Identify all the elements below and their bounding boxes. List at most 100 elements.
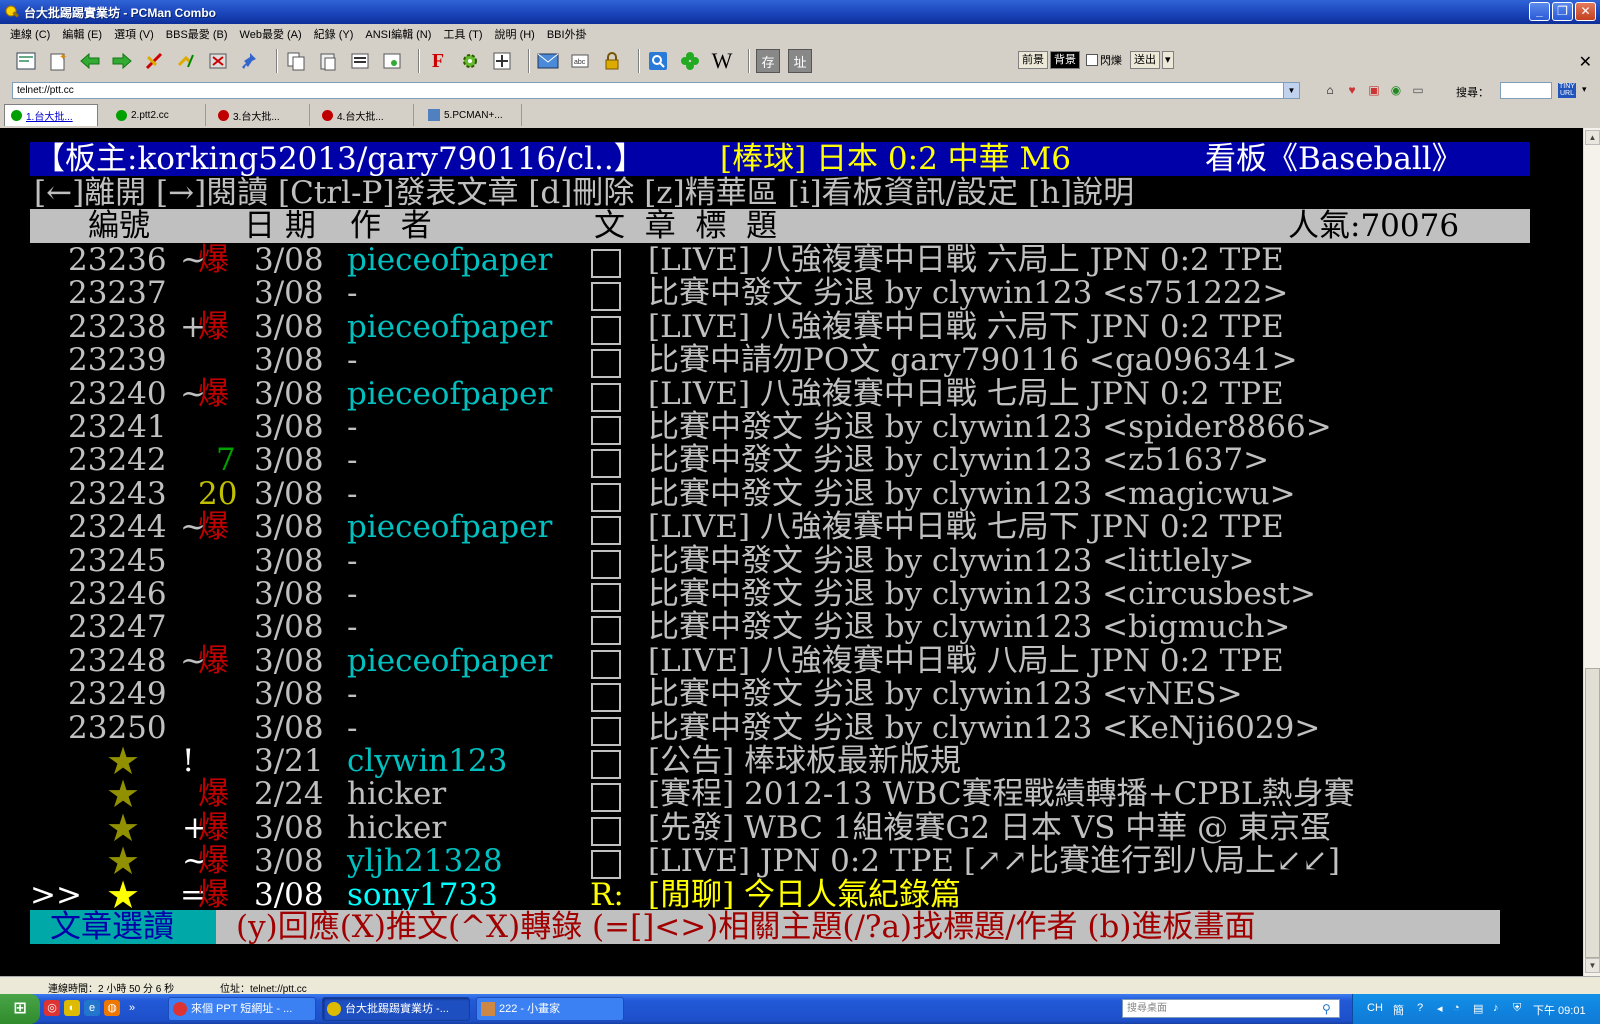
- clover-icon[interactable]: [678, 49, 702, 73]
- post-row[interactable]: 23236 ~ 爆 3/08 pieceofpaper [LIVE] 八強複賽中日戰 六局…: [0, 243, 1583, 278]
- maximize-button[interactable]: ❐: [1552, 2, 1573, 21]
- tinyurl-icon[interactable]: TINY URL: [1558, 83, 1576, 98]
- post-row[interactable]: 23241 3/08- 比賽中發文 劣退 by clywin123 <spider8…: [0, 410, 1583, 445]
- task-pcman[interactable]: 台大批踢踢實業坊 -...: [322, 997, 470, 1021]
- tab-5[interactable]: 5.PCMAN+...: [422, 104, 522, 126]
- menu-bbs-favorites[interactable]: BBS最愛 (B): [160, 26, 234, 42]
- resize-icon[interactable]: [490, 49, 514, 73]
- pinned-post-row[interactable]: ★! 3/21 clywin123 [公告] 棒球板最新版規: [0, 742, 1583, 780]
- post-row[interactable]: 23240 ~ 爆 3/08 pieceofpaper [LIVE] 八強複賽中日戰 七局…: [0, 377, 1583, 412]
- network-icon[interactable]: ▤: [1473, 1002, 1483, 1015]
- keymap-icon[interactable]: abc: [568, 49, 592, 73]
- background-color-button[interactable]: 背景: [1050, 51, 1080, 69]
- tab-2[interactable]: 2.ptt2.cc: [110, 104, 206, 126]
- font-icon[interactable]: F: [426, 49, 450, 73]
- volume-icon[interactable]: ♪: [1493, 1002, 1499, 1014]
- tab-1[interactable]: 1.台大批...: [4, 104, 98, 126]
- copy-ansi-icon[interactable]: [348, 49, 372, 73]
- scroll-down-icon[interactable]: ▼: [1585, 958, 1600, 973]
- add-favorite-icon[interactable]: ♥: [1344, 82, 1360, 98]
- home-icon[interactable]: ⌂: [1322, 82, 1338, 98]
- forward-icon[interactable]: [110, 49, 134, 73]
- save-icon[interactable]: 存: [756, 49, 780, 73]
- more-icon[interactable]: »: [124, 1000, 140, 1016]
- foreground-color-button[interactable]: 前景: [1018, 51, 1048, 69]
- post-row[interactable]: 23247 3/08- 比賽中發文 劣退 by clywin123 <bigmuch…: [0, 610, 1583, 646]
- globe-icon[interactable]: ◉: [1388, 82, 1404, 98]
- wikipedia-icon[interactable]: W: [710, 48, 734, 73]
- title-bar[interactable]: 台大批踢踢實業坊 - PCMan Combo _ ❐ ✕: [0, 0, 1600, 24]
- address-input[interactable]: telnet://ptt.cc: [12, 82, 1300, 99]
- settings-icon[interactable]: [458, 49, 482, 73]
- post-row[interactable]: 23250 3/08- 比賽中發文 劣退 by clywin123 <KeNji60…: [0, 711, 1583, 746]
- tab-3[interactable]: 3.台大批...: [212, 104, 310, 126]
- menu-ansi-edit[interactable]: ANSI編輯 (N): [359, 26, 437, 42]
- chrome-icon[interactable]: ◎: [44, 1000, 60, 1016]
- address-icon[interactable]: 址: [788, 49, 812, 73]
- address-dropdown-icon[interactable]: ▼: [1283, 83, 1299, 98]
- menu-connect[interactable]: 連線 (C): [4, 26, 56, 42]
- new-icon[interactable]: ✦: [46, 49, 70, 73]
- tab-4[interactable]: 4.台大批...: [316, 104, 414, 126]
- monitor-icon[interactable]: ▭: [1410, 82, 1426, 98]
- ime-indicator[interactable]: 簡: [1393, 1002, 1404, 1018]
- bbs-terminal[interactable]: 【板主:korking52013/gary790116/cl..】 [棒球] 日…: [0, 128, 1583, 976]
- search-icon[interactable]: [646, 49, 670, 73]
- post-row[interactable]: 23249 3/08- 比賽中發文 劣退 by clywin123 <vNES>: [0, 677, 1583, 713]
- start-button[interactable]: ⊞: [0, 994, 40, 1024]
- blink-checkbox[interactable]: [1086, 54, 1098, 66]
- help-tray-icon[interactable]: ?: [1417, 1002, 1423, 1014]
- menu-log[interactable]: 紀錄 (Y): [308, 26, 360, 42]
- connect-icon[interactable]: [14, 49, 38, 73]
- post-row[interactable]: 23248 ~ 爆 3/08 pieceofpaper [LIVE] 八強複賽中日戰 八局…: [0, 644, 1583, 679]
- close-button[interactable]: ✕: [1575, 2, 1596, 21]
- language-indicator[interactable]: CH: [1367, 1002, 1383, 1014]
- task-chrome[interactable]: 來個 PPT 短網址 - ...: [168, 997, 316, 1021]
- tray-expand-icon[interactable]: ◂: [1437, 1002, 1443, 1015]
- send-button[interactable]: 送出: [1130, 51, 1160, 69]
- menu-web-favorites[interactable]: Web最愛 (A): [234, 26, 308, 42]
- pinned-post-row[interactable]: ★ ~ 爆 3/08 yljh21328 [LIVE] JPN 0:2 TPE [↗↗比賽…: [0, 842, 1583, 880]
- close-tab-icon[interactable]: [206, 49, 230, 73]
- back-icon[interactable]: [78, 49, 102, 73]
- ie-icon[interactable]: e: [84, 1000, 100, 1016]
- lock-icon[interactable]: [600, 49, 624, 73]
- pinned-post-row[interactable]: ★ 爆 2/24 hicker [賽程] 2012-13 WBC賽程戰績轉播+CPBL熱…: [0, 775, 1583, 813]
- pin-icon[interactable]: [238, 49, 262, 73]
- security-icon[interactable]: ⛨: [1513, 1002, 1521, 1015]
- pinned-post-row[interactable]: ★ + 爆 3/08 hicker [先發] WBC 1組複賽G2 日本 VS 中華 @ …: [0, 809, 1583, 847]
- email-icon[interactable]: [536, 49, 560, 73]
- post-row[interactable]: 23244 ~ 爆 3/08 pieceofpaper [LIVE] 八強複賽中日戰 七局…: [0, 510, 1583, 546]
- post-row[interactable]: 23239 3/08- 比賽中請勿PO文 gary790116 <ga096341>: [0, 343, 1583, 379]
- menu-bbi-plugins[interactable]: BBI外掛: [541, 26, 593, 42]
- post-row[interactable]: 23246 3/08- 比賽中發文 劣退 by clywin123 <circusb…: [0, 577, 1583, 612]
- firefox-icon[interactable]: ◍: [104, 1000, 120, 1016]
- selected-post-row[interactable]: >> ★ = 爆 3/08 sony1733 R: [閒聊] 今日人氣紀錄篇: [0, 876, 1583, 914]
- tinyurl-dropdown-icon[interactable]: ▾: [1582, 84, 1587, 95]
- minimize-button[interactable]: _: [1529, 2, 1550, 21]
- menu-tools[interactable]: 工具 (T): [437, 26, 488, 42]
- copy-icon[interactable]: [284, 49, 308, 73]
- scroll-up-icon[interactable]: ▲: [1585, 130, 1600, 145]
- post-row[interactable]: 23242 7 3/08- 比賽中發文 劣退 by clywin123 <z51637…: [0, 443, 1583, 479]
- search-input[interactable]: [1500, 82, 1552, 99]
- desktop-search-input[interactable]: 搜尋桌面: [1122, 999, 1340, 1018]
- menu-edit[interactable]: 編輯 (E): [56, 26, 108, 42]
- pcman-icon[interactable]: ◐: [64, 1000, 80, 1016]
- post-row[interactable]: 23237 3/08- 比賽中發文 劣退 by clywin123 <s751222…: [0, 276, 1583, 312]
- paste-icon[interactable]: [316, 49, 340, 73]
- menu-options[interactable]: 選項 (V): [108, 26, 160, 42]
- vertical-scrollbar[interactable]: ▲ ▼: [1583, 128, 1600, 976]
- send-dropdown-icon[interactable]: ▾: [1162, 51, 1174, 69]
- menu-help[interactable]: 說明 (H): [489, 26, 541, 42]
- task-paint[interactable]: 222 - 小畫家: [476, 997, 624, 1021]
- post-row[interactable]: 23238 + 爆 3/08 pieceofpaper [LIVE] 八強複賽中日戰 六局…: [0, 310, 1583, 345]
- screenshot-icon[interactable]: [380, 49, 404, 73]
- post-row[interactable]: 23243 20 3/08- 比賽中發文 劣退 by clywin123 <magic…: [0, 477, 1583, 512]
- post-row[interactable]: 23245 3/08- 比賽中發文 劣退 by clywin123 <littlel…: [0, 544, 1583, 579]
- antiidle-icon[interactable]: ▣: [1366, 82, 1382, 98]
- tray-app-icon[interactable]: ◔: [1453, 1002, 1460, 1014]
- close-toolbar-icon[interactable]: ✕: [1579, 52, 1592, 72]
- reconnect-icon[interactable]: [174, 49, 198, 73]
- scroll-thumb[interactable]: [1585, 668, 1600, 958]
